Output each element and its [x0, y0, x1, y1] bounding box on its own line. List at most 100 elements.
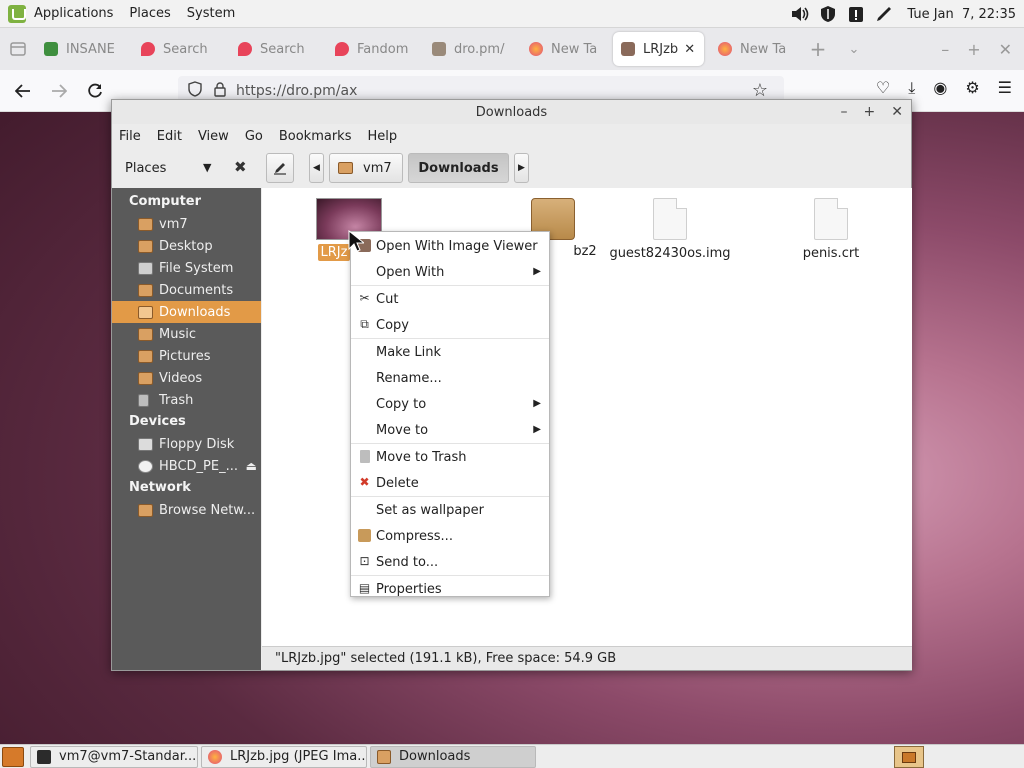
sidebar-item-vm7[interactable]: vm7	[112, 213, 261, 235]
archive-icon	[358, 529, 371, 542]
menu-item-make-link[interactable]: Make Link	[351, 339, 549, 365]
account-icon[interactable]: ◉	[933, 78, 947, 98]
shield-icon[interactable]	[819, 5, 837, 23]
pen-icon[interactable]	[875, 5, 893, 23]
file-name: penis.crt	[802, 246, 860, 261]
url-text: https://dro.pm/ax	[236, 83, 358, 99]
reload-icon[interactable]	[77, 73, 113, 109]
sidebar-item-file-system[interactable]: File System	[112, 257, 261, 279]
tracking-protection-icon[interactable]	[188, 81, 202, 101]
browser-tab[interactable]: Search	[133, 32, 230, 66]
show-desktop-icon[interactable]	[2, 746, 24, 767]
extensions-icon[interactable]: ⚙	[965, 78, 979, 98]
close-icon[interactable]: ✕	[999, 40, 1012, 59]
downloads-icon[interactable]: ⤓	[908, 78, 915, 98]
sidebar-item-hbcd[interactable]: HBCD_PE_... ⏏	[112, 455, 261, 477]
minimize-icon[interactable]: –	[841, 104, 848, 120]
places-sidebar: Computer vm7 Desktop File System Documen…	[112, 188, 261, 670]
close-icon[interactable]: ✕	[891, 104, 903, 120]
forward-icon[interactable]	[41, 73, 77, 109]
dropdown-arrow-icon[interactable]: ▼	[203, 161, 211, 174]
lock-icon[interactable]	[214, 81, 226, 101]
sidebar-item-documents[interactable]: Documents	[112, 279, 261, 301]
sidebar-item-pictures[interactable]: Pictures	[112, 345, 261, 367]
taskbar-item-downloads[interactable]: Downloads	[370, 745, 536, 768]
sidebar-item-trash[interactable]: Trash	[112, 389, 261, 411]
menu-item-move-to-trash[interactable]: Move to Trash	[351, 444, 549, 470]
browser-tab-active[interactable]: LRJzb ✕	[613, 32, 704, 66]
maximize-icon[interactable]: +	[967, 40, 980, 59]
menu-item-send-to[interactable]: ⊡ Send to...	[351, 549, 549, 575]
sidebar-item-videos[interactable]: Videos	[112, 367, 261, 389]
taskbar-item-firefox[interactable]: LRJzb.jpg (JPEG Ima...	[201, 745, 367, 768]
menu-go[interactable]: Go	[245, 129, 263, 144]
path-button-downloads[interactable]: Downloads	[408, 153, 509, 183]
menu-item-open-with[interactable]: Open With ▶	[351, 259, 549, 285]
tab-overview-icon[interactable]	[0, 31, 36, 67]
browser-tab[interactable]: INSANE	[36, 32, 133, 66]
browser-tab[interactable]: New Ta	[710, 32, 800, 66]
list-tabs-icon[interactable]: ⌄	[836, 31, 872, 67]
menu-applications[interactable]: Applications	[34, 6, 113, 21]
menu-item-open-with-image-viewer[interactable]: Open With Image Viewer	[351, 233, 549, 259]
menu-item-rename[interactable]: Rename...	[351, 365, 549, 391]
sidebar-item-floppy[interactable]: Floppy Disk	[112, 433, 261, 455]
menu-places[interactable]: Places	[129, 6, 170, 21]
music-folder-icon	[138, 327, 153, 341]
sidebar-item-music[interactable]: Music	[112, 323, 261, 345]
mint-menu-icon[interactable]	[8, 4, 26, 23]
close-tab-icon[interactable]: ✕	[684, 42, 695, 57]
path-back-arrow-button[interactable]: ◀	[309, 153, 324, 183]
window-controls: – + ✕	[941, 32, 1024, 66]
delete-x-icon: ✖	[359, 475, 370, 489]
browser-tab[interactable]: Search	[230, 32, 327, 66]
browser-tab[interactable]: Fandom	[327, 32, 424, 66]
window-titlebar[interactable]: Downloads – + ✕	[112, 100, 911, 124]
clipboard-alert-icon[interactable]	[847, 5, 865, 23]
menu-item-compress[interactable]: Compress...	[351, 523, 549, 549]
firefox-icon	[208, 749, 222, 764]
toggle-location-entry-button[interactable]	[266, 153, 294, 183]
menu-file[interactable]: File	[119, 129, 141, 144]
sidebar-item-desktop[interactable]: Desktop	[112, 235, 261, 257]
sidebar-item-downloads[interactable]: Downloads	[112, 301, 261, 323]
minimize-icon[interactable]: –	[941, 40, 949, 59]
taskbar-item-terminal[interactable]: vm7@vm7-Standar...	[30, 745, 198, 768]
pocket-icon[interactable]: ♡	[876, 78, 890, 98]
firefox-icon	[529, 42, 543, 56]
image-icon	[432, 42, 446, 56]
sidebar-item-browse-network[interactable]: Browse Netw...	[112, 499, 261, 521]
clock[interactable]: Tue Jan 7, 22:35	[907, 7, 1016, 22]
back-icon[interactable]	[5, 73, 41, 109]
browser-tab[interactable]: New Ta	[521, 32, 611, 66]
file-item-guest-img[interactable]: guest82430os.img	[605, 198, 735, 261]
path-button-vm7[interactable]: vm7	[329, 153, 403, 183]
hamburger-menu-icon[interactable]: ☰	[998, 78, 1012, 98]
new-tab-icon[interactable]: +	[800, 31, 836, 67]
close-sidebar-icon[interactable]: ✖	[234, 158, 247, 176]
menu-item-set-as-wallpaper[interactable]: Set as wallpaper	[351, 497, 549, 523]
bookmark-star-icon[interactable]: ☆	[752, 80, 768, 101]
properties-icon: ▤	[358, 581, 371, 595]
path-forward-arrow-button[interactable]: ▶	[514, 153, 529, 183]
menu-bookmarks[interactable]: Bookmarks	[279, 129, 352, 144]
volume-icon[interactable]	[791, 5, 809, 23]
menu-view[interactable]: View	[198, 129, 229, 144]
folder-icon	[377, 749, 391, 764]
menu-system[interactable]: System	[187, 6, 235, 21]
workspace-switcher-icon[interactable]	[894, 746, 924, 768]
menu-item-cut[interactable]: ✂ Cut	[351, 286, 549, 312]
menu-edit[interactable]: Edit	[157, 129, 182, 144]
eject-icon[interactable]: ⏏	[246, 459, 257, 473]
menu-item-copy-to[interactable]: Copy to ▶	[351, 391, 549, 417]
sidebar-mode-select[interactable]: Places ▼ ✖	[115, 153, 259, 183]
menu-item-move-to[interactable]: Move to ▶	[351, 417, 549, 443]
pictures-folder-icon	[138, 349, 153, 363]
menu-item-properties[interactable]: ▤ Properties	[351, 576, 549, 602]
menu-item-copy[interactable]: ⧉ Copy	[351, 312, 549, 338]
file-item-crt[interactable]: penis.crt	[766, 198, 896, 261]
browser-tab[interactable]: dro.pm/	[424, 32, 521, 66]
maximize-icon[interactable]: +	[864, 104, 876, 120]
menu-item-delete[interactable]: ✖ Delete	[351, 470, 549, 496]
menu-help[interactable]: Help	[367, 129, 397, 144]
